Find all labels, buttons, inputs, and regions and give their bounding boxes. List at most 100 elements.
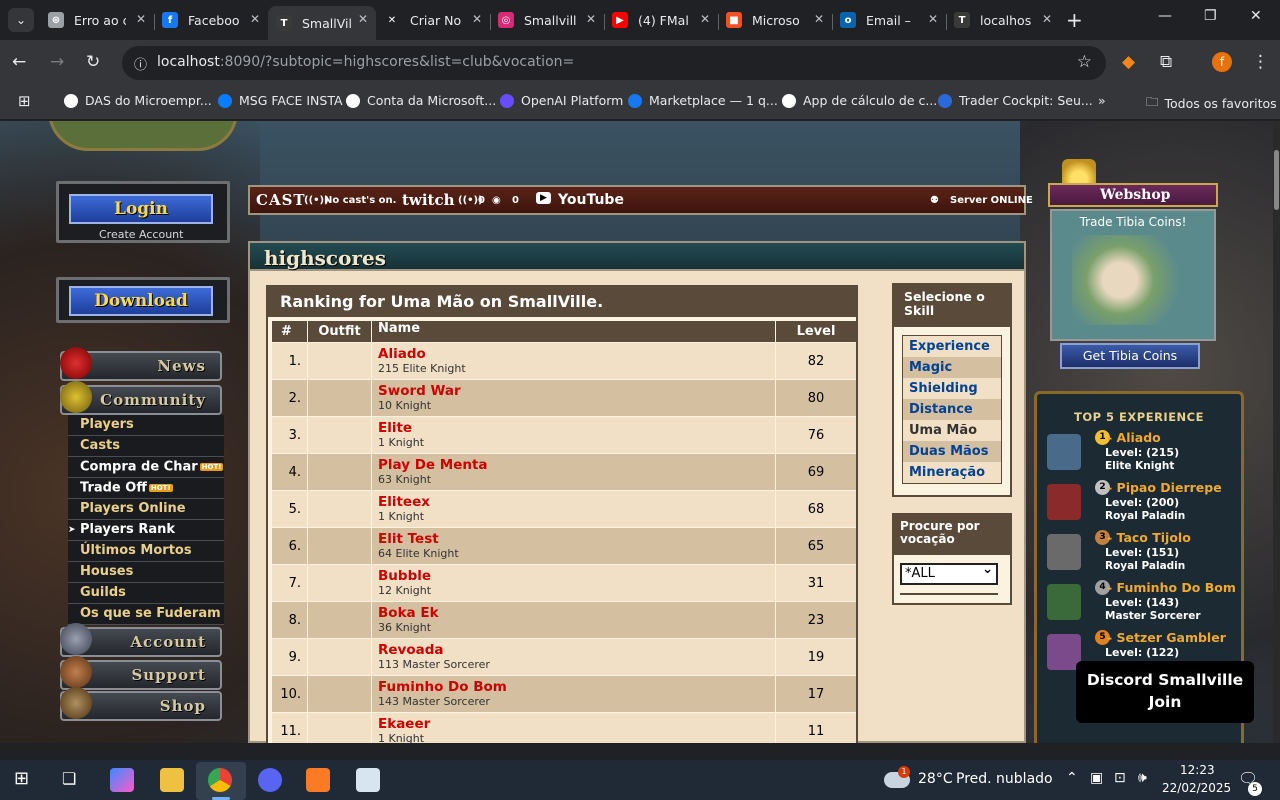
- cast-logo[interactable]: CAST: [256, 191, 306, 209]
- player-name-link[interactable]: Revoada: [378, 642, 775, 658]
- forward-icon[interactable]: →: [50, 52, 64, 72]
- chrome-icon[interactable]: [208, 768, 232, 792]
- weather-description[interactable]: Pred. nublado: [956, 771, 1053, 787]
- tab-close-icon[interactable]: ✕: [1042, 12, 1052, 26]
- top5-entry[interactable]: 1- Aliado Level: (215) Elite Knight: [1047, 430, 1237, 480]
- community-link[interactable]: Guilds: [68, 583, 224, 604]
- top5-player-name[interactable]: - Taco Tijolo: [1107, 530, 1191, 545]
- top5-entry[interactable]: 2- Pipao Dierrepe Level: (200) Royal Palad…: [1047, 480, 1237, 530]
- browser-tab-1[interactable]: ⊛ Erro ao c ✕: [40, 6, 154, 34]
- player-name-link[interactable]: Elite: [378, 420, 775, 436]
- community-link[interactable]: Players Online: [68, 499, 224, 520]
- discord-taskbar-icon[interactable]: [258, 768, 282, 792]
- community-link[interactable]: Players: [68, 415, 224, 436]
- download-button[interactable]: Download: [69, 286, 213, 316]
- close-window-icon[interactable]: ✕: [1250, 8, 1262, 24]
- back-icon[interactable]: ←: [12, 52, 26, 72]
- tray-chevron-icon[interactable]: ⌃: [1066, 770, 1078, 786]
- top5-entry[interactable]: 3- Taco Tijolo Level: (151) Royal Paladin: [1047, 530, 1237, 580]
- skill-option[interactable]: Duas Mãos: [903, 441, 1001, 462]
- bookmark-item[interactable]: MSG FACE INSTA: [218, 93, 343, 108]
- player-name-link[interactable]: Sword War: [378, 383, 775, 399]
- temperature-text[interactable]: 28°C: [918, 771, 953, 787]
- player-name-link[interactable]: Aliado: [378, 346, 775, 362]
- tab-close-icon[interactable]: ✕: [814, 12, 824, 26]
- top5-player-name[interactable]: - Aliado: [1107, 430, 1161, 445]
- skill-option[interactable]: Shielding: [903, 378, 1001, 399]
- top5-entry[interactable]: 4- Fuminho Do Bom Level: (143) Master Sorc…: [1047, 580, 1237, 630]
- site-info-icon[interactable]: ⓘ: [134, 54, 147, 73]
- vocation-select[interactable]: *ALL: [900, 562, 998, 585]
- player-name-link[interactable]: Ekaeer: [378, 716, 775, 732]
- bookmark-item[interactable]: Trader Cockpit: Seu...: [938, 93, 1093, 108]
- twitch-logo[interactable]: twitch: [402, 191, 455, 209]
- tab-close-icon[interactable]: ✕: [472, 12, 482, 26]
- browser-tab-5[interactable]: ◎ Smallvill ✕: [490, 6, 604, 34]
- profile-avatar[interactable]: f: [1212, 52, 1232, 72]
- player-name-link[interactable]: Eliteex: [378, 494, 775, 510]
- all-favorites-folder[interactable]: 🗀 Todos os favoritos: [1146, 93, 1277, 114]
- bookmark-item[interactable]: Conta da Microsoft...: [346, 93, 496, 108]
- address-bar[interactable]: ⓘ localhost:8090/?subtopic=highscores&li…: [122, 46, 1106, 80]
- tab-close-icon[interactable]: ✕: [700, 12, 710, 26]
- tab-search-icon[interactable]: ⌄: [8, 8, 34, 32]
- top5-player-name[interactable]: - Pipao Dierrepe: [1107, 480, 1222, 495]
- bookmark-star-icon[interactable]: ☆: [1077, 52, 1092, 72]
- menu-support[interactable]: Support: [60, 656, 222, 690]
- skill-option[interactable]: Uma Mão: [903, 420, 1001, 441]
- task-view-icon[interactable]: ❏: [62, 769, 76, 788]
- tab-close-icon[interactable]: ✕: [358, 12, 368, 26]
- volume-icon[interactable]: 🕪: [1138, 770, 1147, 786]
- maximize-icon[interactable]: ❐: [1204, 8, 1217, 24]
- page-scrollbar[interactable]: [1273, 121, 1280, 743]
- menu-account[interactable]: Account: [60, 623, 222, 657]
- bookmarks-overflow-button[interactable]: »: [1098, 93, 1106, 108]
- youtube-icon[interactable]: ▶: [536, 192, 551, 204]
- skill-option[interactable]: Experience: [903, 336, 1001, 357]
- webshop-banner[interactable]: Trade Tibia Coins!: [1050, 209, 1216, 341]
- discord-join-widget[interactable]: Discord Smallville Join: [1076, 661, 1254, 723]
- top5-player-name[interactable]: - Setzer Gambler: [1107, 630, 1226, 645]
- browser-tab-3[interactable]: T SmallVil ✕: [268, 6, 376, 40]
- community-link[interactable]: Compra de Char HOT!: [68, 457, 224, 478]
- tab-close-icon[interactable]: ✕: [928, 12, 938, 26]
- browser-tab-4[interactable]: ✕ Criar No ✕: [376, 6, 490, 34]
- page-scrollbar-thumb[interactable]: [1274, 150, 1279, 210]
- reload-icon[interactable]: ↻: [86, 52, 100, 72]
- skill-option[interactable]: Magic: [903, 357, 1001, 378]
- top5-player-name[interactable]: - Fuminho Do Bom: [1107, 580, 1236, 595]
- windows-start-icon[interactable]: ⊞: [14, 768, 29, 789]
- browser-menu-icon[interactable]: ⋮: [1252, 52, 1269, 72]
- browser-tab-9[interactable]: Tlocalhos ✕: [946, 6, 1060, 34]
- browser-tab-6[interactable]: ▶ (4) FMal ✕: [604, 6, 718, 34]
- new-tab-icon[interactable]: +: [1066, 8, 1083, 32]
- player-name-link[interactable]: Fuminho Do Bom: [378, 679, 775, 695]
- clock-time[interactable]: 12:23: [1180, 763, 1215, 777]
- player-name-link[interactable]: Boka Ek: [378, 605, 775, 621]
- extensions-icon[interactable]: ⧉: [1160, 52, 1172, 72]
- metamask-extension-icon[interactable]: ◆: [1122, 52, 1135, 72]
- create-account-link[interactable]: Create Account: [99, 228, 183, 241]
- xampp-icon[interactable]: [306, 768, 330, 792]
- apps-grid-icon[interactable]: ⊞: [18, 92, 31, 110]
- community-link[interactable]: Trade Off HOT!: [68, 478, 224, 499]
- url-text[interactable]: localhost:8090/?subtopic=highscores&list…: [157, 54, 574, 70]
- browser-tab-7[interactable]: ■ Microso ✕: [718, 6, 832, 34]
- community-link[interactable]: Casts: [68, 436, 224, 457]
- app-window-icon[interactable]: [356, 768, 380, 792]
- player-name-link[interactable]: Bubble: [378, 568, 775, 584]
- tab-close-icon[interactable]: ✕: [136, 12, 146, 26]
- skill-option[interactable]: Distance: [903, 399, 1001, 420]
- webshop-header[interactable]: Webshop: [1048, 183, 1218, 207]
- community-link[interactable]: Últimos Mortos: [68, 541, 224, 562]
- player-name-link[interactable]: Play De Menta: [378, 457, 775, 473]
- bookmark-item[interactable]: DAS do Microempr...: [64, 93, 212, 108]
- clock-date[interactable]: 22/02/2025: [1162, 781, 1231, 795]
- menu-community[interactable]: Community: [60, 381, 222, 415]
- copilot-icon[interactable]: [110, 768, 134, 792]
- browser-tab-8[interactable]: o Email – ✕: [832, 6, 946, 34]
- bookmark-item[interactable]: App de cálculo de c...: [782, 93, 937, 108]
- tab-close-icon[interactable]: ✕: [586, 12, 596, 26]
- menu-shop[interactable]: Shop: [60, 687, 222, 721]
- community-link[interactable]: Players Rank: [68, 520, 224, 541]
